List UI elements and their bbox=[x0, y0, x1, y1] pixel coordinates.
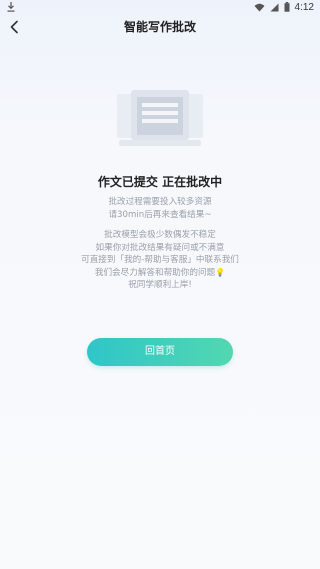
wait-notice-line: 批改过程需要投入较多资源 bbox=[108, 197, 212, 207]
download-icon bbox=[7, 2, 15, 12]
nav-bar: 智能写作批改 bbox=[0, 14, 320, 40]
wait-notice: 批改过程需要投入较多资源 请30min后再来查看结果~ bbox=[0, 196, 320, 221]
help-notice-line: 我们会尽力解答和帮助你的问题💡 bbox=[0, 267, 320, 280]
status-time: 4:12 bbox=[294, 1, 314, 13]
help-notice-line-text: 我们会尽力解答和帮助你的问题 bbox=[94, 267, 216, 278]
help-notice-line: 祝同学顺利上岸! bbox=[128, 280, 192, 290]
home-button[interactable]: 回首页 bbox=[87, 338, 233, 366]
status-icons: 4:12 bbox=[254, 0, 314, 14]
document-laptop-illustration bbox=[117, 90, 203, 146]
lightbulb-icon: 💡 bbox=[215, 267, 226, 277]
page-title: 智能写作批改 bbox=[123, 20, 196, 34]
help-notice-line: 如果你对批改结果有疑问或不满意 bbox=[95, 242, 225, 253]
status-heading: 作文已提交 正在批改中 bbox=[97, 175, 223, 189]
signal-icon bbox=[270, 3, 279, 11]
help-notice-line: 批改模型会极少数偶发不稳定 bbox=[104, 230, 216, 240]
status-bar: 4:12 bbox=[0, 0, 320, 14]
help-notice: 批改模型会极少数偶发不稳定 如果你对批改结果有疑问或不满意 可直接到「我的-帮助… bbox=[0, 229, 320, 292]
wifi-icon bbox=[254, 3, 265, 11]
battery-icon bbox=[284, 2, 290, 12]
help-notice-line: 可直接到「我的-帮助与客服」中联系我们 bbox=[81, 255, 239, 265]
wait-notice-line: 请30min后再来查看结果~ bbox=[108, 209, 212, 220]
